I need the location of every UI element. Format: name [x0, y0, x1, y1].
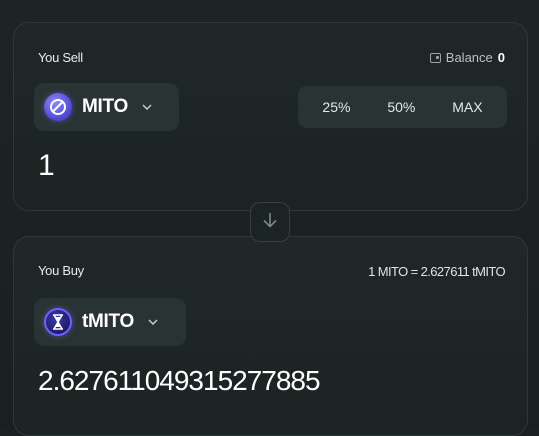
buy-token-symbol: tMITO: [82, 311, 134, 332]
sell-token-selector[interactable]: MITO: [34, 83, 179, 131]
chevron-down-icon: [148, 316, 158, 328]
sell-label: You Sell: [38, 50, 83, 65]
swap-widget: You Sell Balance 0 MITO 25% 50% MAX 1 Yo…: [0, 0, 539, 436]
tmito-token-icon: [44, 308, 72, 336]
percent-50-button[interactable]: 50%: [379, 93, 423, 121]
balance-label: Balance: [445, 50, 493, 65]
arrow-down-icon: [260, 210, 280, 235]
balance-display: Balance 0: [429, 50, 505, 65]
sell-token-symbol: MITO: [82, 96, 128, 117]
sell-amount-input[interactable]: 1: [38, 149, 55, 183]
mito-token-icon: [44, 93, 72, 121]
max-button[interactable]: MAX: [444, 93, 490, 121]
swap-direction-button[interactable]: [250, 202, 290, 242]
chevron-down-icon: [142, 101, 152, 113]
sell-panel: You Sell Balance 0 MITO 25% 50% MAX 1: [13, 22, 528, 211]
wallet-icon: [429, 52, 441, 63]
buy-label: You Buy: [38, 263, 84, 278]
buy-amount-output: 2.627611049315277885: [38, 365, 321, 396]
percent-selector: 25% 50% MAX: [298, 86, 507, 128]
exchange-rate: 1 MITO = 2.627611 tMITO: [368, 264, 505, 279]
buy-panel: You Buy 1 MITO = 2.627611 tMITO tMITO 2.…: [13, 236, 528, 436]
buy-token-selector[interactable]: tMITO: [34, 298, 186, 346]
percent-25-button[interactable]: 25%: [314, 93, 358, 121]
balance-value: 0: [497, 50, 505, 65]
